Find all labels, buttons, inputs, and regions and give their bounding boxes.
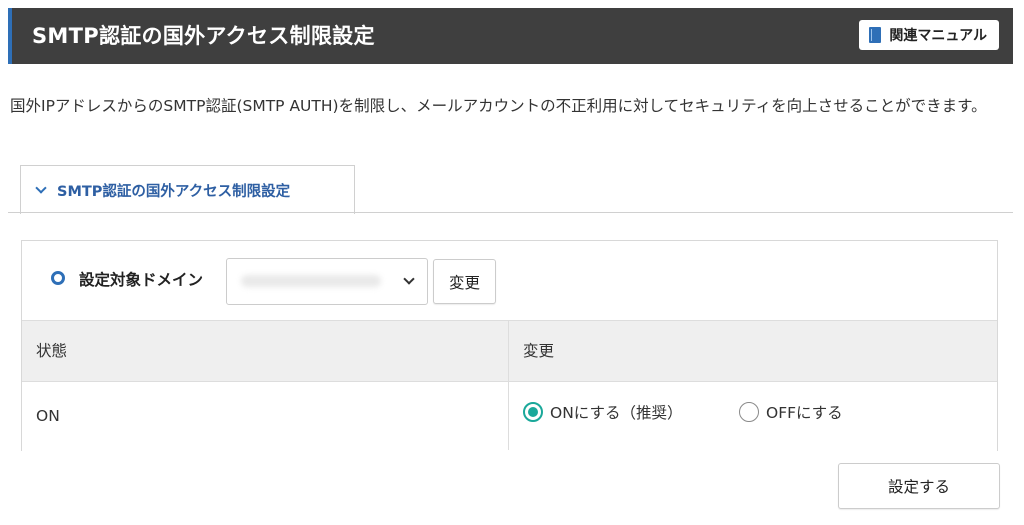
radio-on-label: ONにする（推奨）	[550, 404, 683, 422]
tab-smtp-restriction[interactable]: SMTP認証の国外アクセス制限設定	[20, 165, 355, 214]
chevron-down-icon	[403, 273, 415, 285]
table-header-row: 状態 変更	[22, 320, 997, 381]
radio-off[interactable]	[739, 402, 759, 422]
column-divider	[508, 320, 509, 450]
change-domain-button[interactable]: 変更	[433, 259, 496, 304]
domain-label: 設定対象ドメイン	[79, 271, 204, 289]
settings-panel: 設定対象ドメイン 変更 状態 変更 ON ONにする（推奨） OFFにする	[21, 240, 998, 451]
radio-off-label: OFFにする	[766, 404, 843, 422]
header-accent-bar	[8, 8, 12, 64]
column-header-change: 変更	[523, 342, 555, 360]
circle-bullet-icon	[51, 271, 65, 285]
related-manual-label: 関連マニュアル	[889, 28, 987, 44]
domain-select[interactable]	[226, 258, 428, 305]
domain-selector-row: 設定対象ドメイン 変更	[22, 241, 997, 320]
table-row: ON ONにする（推奨） OFFにする	[22, 381, 997, 451]
radio-option-off[interactable]: OFFにする	[739, 401, 843, 423]
radio-on[interactable]	[523, 402, 543, 422]
page-description: 国外IPアドレスからのSMTP認証(SMTP AUTH)を制限し、メールアカウン…	[10, 97, 987, 115]
page-header: SMTP認証の国外アクセス制限設定 関連マニュアル	[8, 8, 1013, 64]
column-header-status: 状態	[36, 342, 68, 360]
radio-option-on[interactable]: ONにする（推奨）	[523, 401, 682, 423]
page-title: SMTP認証の国外アクセス制限設定	[32, 24, 375, 48]
status-value: ON	[36, 407, 60, 425]
tab-divider	[8, 212, 1013, 213]
chevron-down-icon	[35, 182, 47, 194]
submit-button[interactable]: 設定する	[838, 463, 1000, 509]
tab-label: SMTP認証の国外アクセス制限設定	[57, 183, 291, 200]
book-icon	[869, 27, 882, 43]
related-manual-button[interactable]: 関連マニュアル	[859, 20, 999, 50]
domain-select-value	[241, 275, 381, 287]
